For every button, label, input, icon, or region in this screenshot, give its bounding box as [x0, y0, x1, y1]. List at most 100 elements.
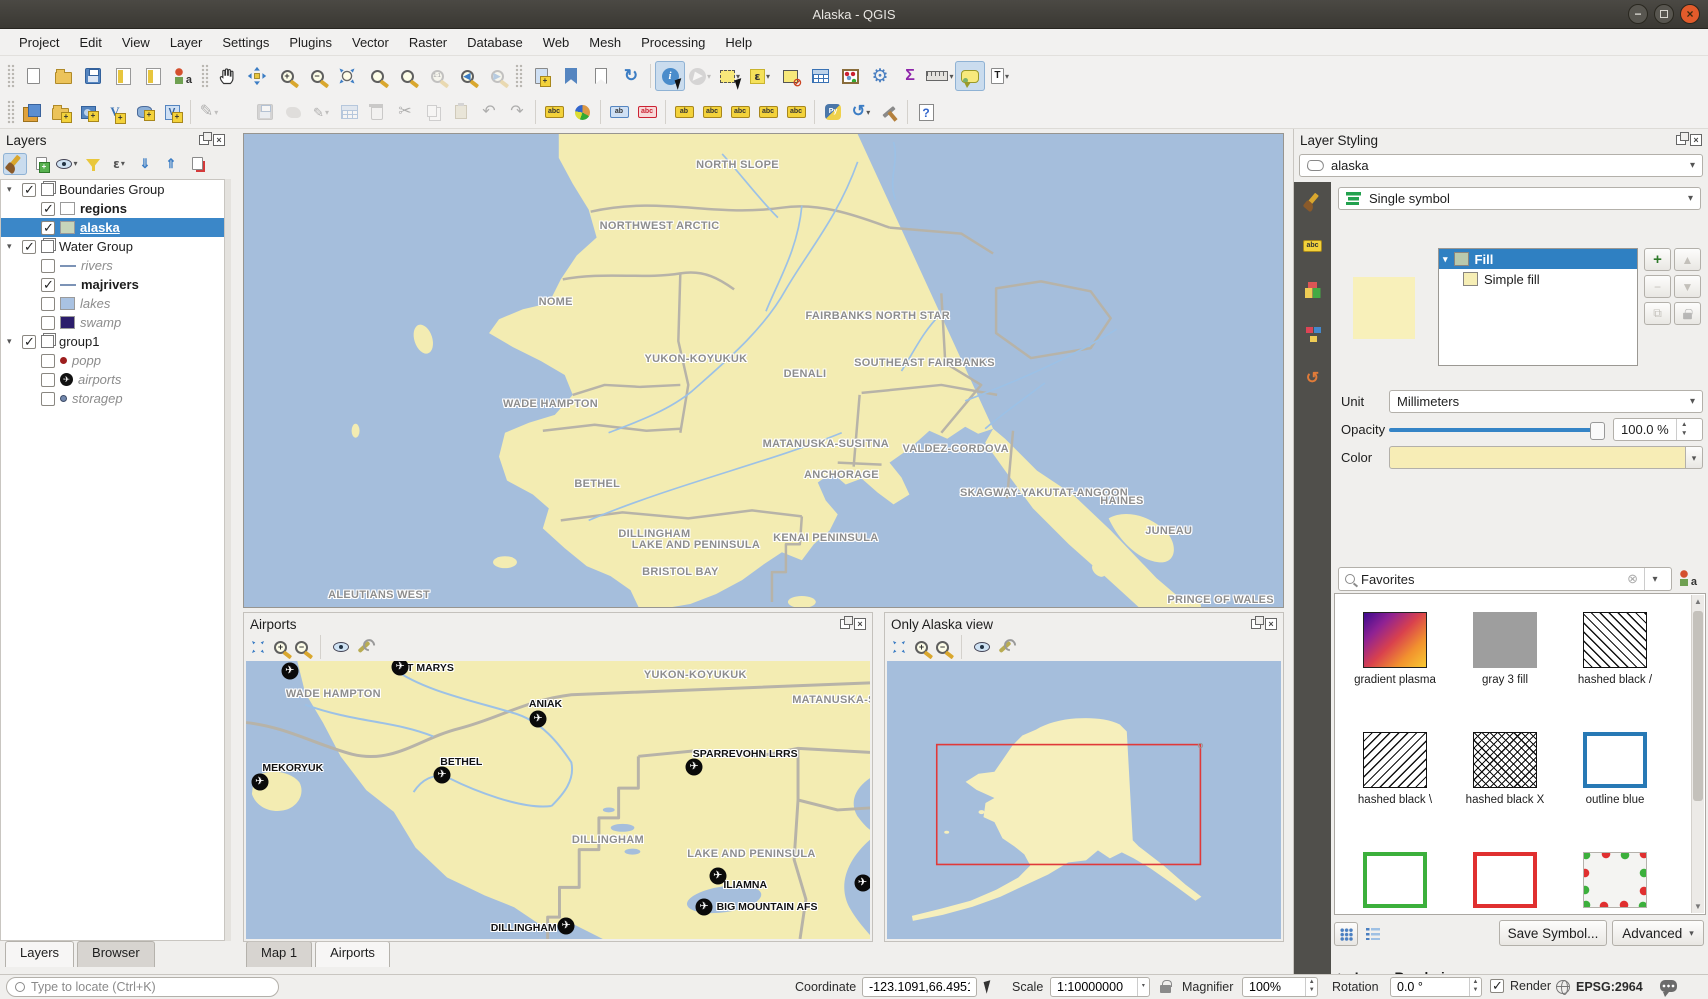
- tab-map-1[interactable]: Map 1: [246, 941, 312, 967]
- filter-by-expression-button[interactable]: ε▾: [107, 153, 131, 175]
- menu-project[interactable]: Project: [10, 32, 68, 53]
- options-button[interactable]: ⚙: [865, 61, 895, 91]
- layer-checkbox[interactable]: [41, 221, 55, 235]
- current-edits-button[interactable]: ✎▾: [195, 99, 223, 125]
- rotation-input[interactable]: [1391, 980, 1469, 994]
- open-attribute-table-button[interactable]: [805, 61, 835, 91]
- remove-layer-button[interactable]: [185, 153, 209, 175]
- layer-checkbox[interactable]: [41, 392, 55, 406]
- deselect-features-button[interactable]: ⊘: [775, 61, 805, 91]
- menu-processing[interactable]: Processing: [632, 32, 714, 53]
- close-panel-icon[interactable]: ×: [213, 134, 225, 146]
- diagrams-tab[interactable]: [1298, 320, 1328, 348]
- layer-tree-item[interactable]: lakes: [1, 294, 224, 313]
- layer-tree-item-selected[interactable]: alaska: [1, 218, 224, 237]
- layer-checkbox[interactable]: [22, 240, 36, 254]
- tab-browser[interactable]: Browser: [77, 941, 155, 967]
- close-panel-icon[interactable]: ×: [1265, 618, 1277, 630]
- layer-label[interactable]: alaska: [80, 220, 120, 235]
- float-panel-icon[interactable]: [199, 135, 209, 145]
- select-features-button[interactable]: ▾: [715, 61, 745, 91]
- show-layout-manager-button[interactable]: [138, 61, 168, 91]
- zoom-out-icon[interactable]: −: [295, 641, 308, 654]
- new-spatial-bookmark-button[interactable]: [556, 61, 586, 91]
- menu-raster[interactable]: Raster: [400, 32, 456, 53]
- identify-features-button[interactable]: i: [655, 61, 685, 91]
- view-settings-icon[interactable]: [974, 642, 990, 652]
- statistics-button[interactable]: Σ: [895, 61, 925, 91]
- add-vector-layer-button[interactable]: [46, 99, 74, 125]
- locate-box[interactable]: [6, 977, 279, 997]
- pan-to-selection-button[interactable]: [242, 61, 272, 91]
- layer-label[interactable]: airports: [78, 372, 121, 387]
- add-group-button[interactable]: [29, 153, 53, 175]
- layer-label[interactable]: rivers: [81, 258, 113, 273]
- save-project-button[interactable]: [78, 61, 108, 91]
- redo-button[interactable]: ↷: [503, 99, 531, 125]
- digitize-button[interactable]: [279, 99, 307, 125]
- toggle-editing-button[interactable]: [223, 99, 251, 125]
- symbol-root-row[interactable]: ▾ Fill: [1439, 249, 1637, 269]
- symbol-item[interactable]: gradient plasma: [1343, 612, 1447, 687]
- layer-tree-item[interactable]: popp: [1, 351, 224, 370]
- list-view-toggle[interactable]: [1361, 922, 1385, 946]
- zoom-full-button[interactable]: [332, 61, 362, 91]
- toolbar-grip[interactable]: [515, 64, 523, 88]
- rotate-label-button[interactable]: abc: [726, 99, 754, 125]
- symbol-item[interactable]: gray 3 fill: [1453, 612, 1557, 687]
- symbol-item[interactable]: outline blue: [1563, 732, 1667, 807]
- new-project-button[interactable]: [18, 61, 48, 91]
- color-dropdown[interactable]: ▾: [1686, 446, 1703, 469]
- layer-checkbox[interactable]: [22, 183, 36, 197]
- add-spatialite-layer-button[interactable]: [130, 99, 158, 125]
- menu-vector[interactable]: Vector: [343, 32, 398, 53]
- messages-icon[interactable]: [1660, 980, 1677, 992]
- open-project-button[interactable]: [48, 61, 78, 91]
- expander-icon[interactable]: ▾: [1443, 254, 1448, 265]
- layer-checkbox[interactable]: [41, 316, 55, 330]
- layer-label[interactable]: popp: [72, 353, 101, 368]
- clear-search-icon[interactable]: ⊗: [1627, 571, 1638, 587]
- layer-tree-item[interactable]: ✈ airports: [1, 370, 224, 389]
- zoom-last-button[interactable]: ◀: [452, 61, 482, 91]
- expander-icon[interactable]: ▾: [7, 184, 17, 195]
- float-panel-icon[interactable]: [1251, 619, 1261, 629]
- open-layer-styling-button[interactable]: [3, 153, 27, 175]
- zoom-in-icon[interactable]: +: [915, 641, 928, 654]
- magnifier-input[interactable]: [1243, 980, 1305, 994]
- scale-combobox[interactable]: ▾: [1050, 977, 1150, 997]
- layer-tree-group[interactable]: ▾ group1: [1, 332, 224, 351]
- zoom-in-icon[interactable]: +: [274, 641, 287, 654]
- help-button[interactable]: ?: [912, 99, 940, 125]
- symbol-item[interactable]: outline green: [1343, 852, 1447, 915]
- save-layer-edits-button[interactable]: [251, 99, 279, 125]
- locate-input[interactable]: [31, 980, 270, 994]
- duplicate-layer-button[interactable]: ⧉: [1644, 302, 1671, 325]
- group-label[interactable]: group1: [59, 334, 99, 349]
- new-map-view-button[interactable]: [526, 61, 556, 91]
- maximize-button[interactable]: [1654, 4, 1674, 24]
- layer-label[interactable]: storagep: [72, 391, 123, 406]
- refresh-map-button[interactable]: ↻: [616, 61, 646, 91]
- symbol-child-row[interactable]: Simple fill: [1439, 269, 1637, 289]
- unit-select[interactable]: Millimeters ▾: [1389, 390, 1703, 413]
- layer-labeling-button[interactable]: abc: [540, 99, 568, 125]
- expander-icon[interactable]: ▾: [7, 241, 17, 252]
- mouse-position-icon[interactable]: [984, 980, 994, 993]
- zoom-next-button[interactable]: ▶: [482, 61, 512, 91]
- map-tips-button[interactable]: [955, 61, 985, 91]
- advanced-button[interactable]: Advanced ▾: [1612, 920, 1704, 946]
- layer-tree-group[interactable]: ▾ Boundaries Group: [1, 180, 224, 199]
- processing-history-button[interactable]: ↺▾: [847, 99, 875, 125]
- highlight-labels-button[interactable]: ab: [670, 99, 698, 125]
- select-by-expression-button[interactable]: ε▾: [745, 61, 775, 91]
- overview-map-canvas[interactable]: [887, 661, 1281, 939]
- chevron-down-icon[interactable]: ▾: [1644, 568, 1665, 590]
- symbol-item[interactable]: outline red: [1453, 852, 1557, 915]
- new-print-layout-button[interactable]: [108, 61, 138, 91]
- zoom-full-icon[interactable]: [891, 639, 907, 655]
- zoom-in-button[interactable]: +: [272, 61, 302, 91]
- data-source-manager-button[interactable]: [18, 99, 46, 125]
- collapse-all-button[interactable]: ⇑: [159, 153, 183, 175]
- icon-view-toggle[interactable]: [1334, 922, 1358, 946]
